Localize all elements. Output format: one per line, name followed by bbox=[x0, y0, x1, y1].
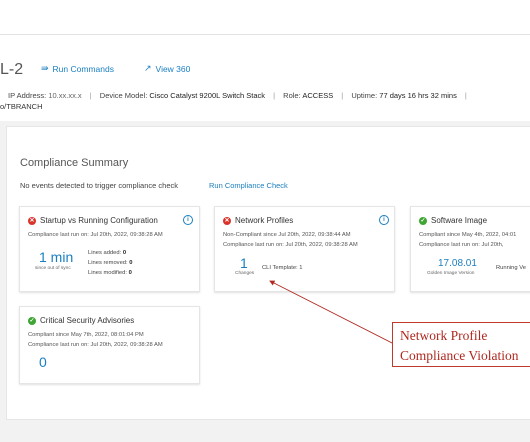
lines-modified-label: Lines modified: bbox=[88, 270, 127, 276]
device-location: o/TBRANCH bbox=[0, 102, 43, 111]
last-run-text: Compliance last run on: Jul 20th, 2022, … bbox=[28, 342, 163, 348]
security-advisories-title: Critical Security Advisories bbox=[40, 316, 135, 325]
model-label: Device Model: bbox=[99, 91, 148, 100]
non-compliant-since: Non-Compliant since Jul 20th, 2022, 09:3… bbox=[223, 232, 351, 238]
advisories-count: 0 bbox=[39, 354, 47, 370]
device-header bbox=[0, 35, 530, 119]
annotation-line-2: Compliance Violation bbox=[400, 348, 519, 363]
ip-value: 10.xx.xx.x bbox=[48, 91, 82, 100]
top-strip bbox=[0, 0, 530, 35]
annotation-line-1: Network Profile bbox=[400, 328, 488, 343]
golden-image-version: 17.08.01 bbox=[438, 258, 477, 269]
role-label: Role: bbox=[283, 91, 301, 100]
changes-caption: Changes bbox=[235, 271, 255, 276]
view-360-label: View 360 bbox=[155, 63, 191, 74]
card-title: ✓ Software Image bbox=[419, 216, 487, 225]
compliance-summary-title: Compliance Summary bbox=[20, 157, 129, 169]
info-icon[interactable]: i bbox=[183, 215, 193, 225]
network-profiles-title: Network Profiles bbox=[235, 216, 294, 225]
last-run-text: Compliance last run on: Jul 20th, 2022, … bbox=[223, 242, 358, 248]
last-run-text: Compliance last run on: Jul 20th, 2022, … bbox=[28, 232, 163, 238]
check-icon: ✓ bbox=[419, 216, 427, 225]
lines-removed-stat: Lines removed: 0 bbox=[88, 260, 133, 266]
lines-removed-value: 0 bbox=[129, 260, 133, 266]
lines-modified-stat: Lines modified: 0 bbox=[88, 270, 132, 276]
software-image-title: Software Image bbox=[431, 216, 488, 225]
run-compliance-check-link[interactable]: Run Compliance Check bbox=[209, 181, 288, 190]
card-title: ✓ Critical Security Advisories bbox=[28, 316, 134, 325]
run-commands-link[interactable]: ⇛ Run Commands bbox=[41, 63, 114, 74]
device-meta-row: IP Address: 10.xx.xx.x | Device Model: C… bbox=[8, 91, 473, 100]
terminal-icon: ⇛ bbox=[41, 63, 49, 73]
lines-added-stat: Lines added: 0 bbox=[88, 250, 126, 256]
cli-template-count: CLI Template: 1 bbox=[262, 265, 303, 271]
uptime-value: 77 days 16 hrs 32 mins bbox=[379, 91, 457, 100]
divider: | bbox=[464, 91, 467, 100]
view-360-link[interactable]: ↗ View 360 bbox=[144, 63, 190, 74]
divider: | bbox=[89, 91, 92, 100]
run-commands-label: Run Commands bbox=[52, 63, 114, 74]
golden-image-caption: Golden Image Version bbox=[427, 271, 475, 276]
lines-removed-label: Lines removed: bbox=[88, 260, 128, 266]
info-icon[interactable]: i bbox=[379, 215, 389, 225]
divider: | bbox=[273, 91, 276, 100]
no-events-message: No events detected to trigger compliance… bbox=[20, 181, 179, 190]
lines-added-value: 0 bbox=[122, 250, 127, 256]
device-title: L-2 bbox=[0, 61, 24, 78]
check-icon: ✓ bbox=[28, 316, 36, 325]
changes-count: 1 bbox=[240, 255, 248, 271]
software-image-card[interactable]: ✓ Software Image Compliant since May 4th… bbox=[410, 206, 530, 292]
last-run-text: Compliance last run on: Jul 20th, bbox=[419, 242, 504, 248]
out-of-sync-caption: since out of sync bbox=[35, 266, 71, 271]
error-x-icon: ✕ bbox=[28, 216, 36, 225]
role-value: ACCESS bbox=[302, 91, 334, 100]
compliant-since: Compliant since May 4th, 2022, 04:01 bbox=[419, 232, 517, 238]
model-value: Cisco Catalyst 9200L Switch Stack bbox=[149, 91, 266, 100]
divider: | bbox=[341, 91, 344, 100]
lines-added-label: Lines added: bbox=[88, 250, 122, 256]
out-of-sync-value: 1 min bbox=[39, 249, 74, 265]
security-advisories-card[interactable]: ✓ Critical Security Advisories Compliant… bbox=[19, 306, 200, 384]
card-title: ✕ Startup vs Running Configuration bbox=[28, 216, 158, 225]
running-version-label: Running Ve bbox=[496, 265, 526, 271]
ip-label: IP Address: bbox=[8, 91, 47, 100]
startup-running-card[interactable]: ✕ Startup vs Running Configuration i Com… bbox=[19, 206, 200, 292]
annotation-callout: Network Profile Compliance Violation bbox=[392, 322, 530, 367]
uptime-label: Uptime: bbox=[351, 91, 378, 100]
startup-running-title: Startup vs Running Configuration bbox=[40, 216, 158, 225]
card-title: ✕ Network Profiles bbox=[223, 216, 293, 225]
compliant-since: Compliant since May 7th, 2022, 08:01:04 … bbox=[28, 332, 144, 338]
external-link-icon: ↗ bbox=[144, 63, 152, 73]
network-profiles-card[interactable]: ✕ Network Profiles i Non-Compliant since… bbox=[214, 206, 395, 292]
lines-modified-value: 0 bbox=[128, 270, 132, 276]
error-x-icon: ✕ bbox=[223, 216, 231, 225]
